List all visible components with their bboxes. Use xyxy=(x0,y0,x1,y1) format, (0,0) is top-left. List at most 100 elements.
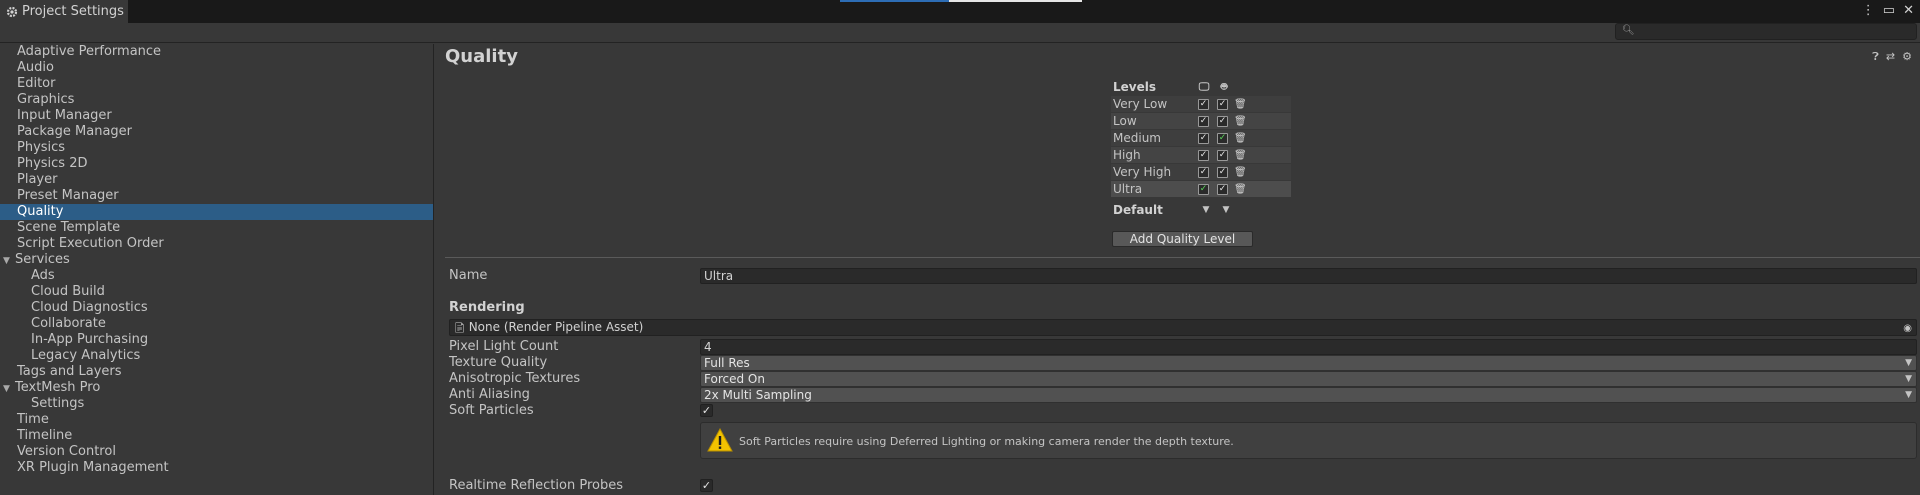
object-picker-icon[interactable]: ◉ xyxy=(1903,321,1912,336)
anti-aliasing-dropdown[interactable]: 2x Multi Sampling ▼ xyxy=(700,387,1917,403)
sidebar-item[interactable]: Preset Manager xyxy=(0,188,433,204)
android-level-checkbox[interactable]: ✓ xyxy=(1217,149,1228,161)
desktop-level-checkbox[interactable]: ✓ xyxy=(1198,98,1209,110)
sidebar-item[interactable]: Collaborate xyxy=(0,316,433,332)
close-icon[interactable]: ✕ xyxy=(1903,3,1914,19)
sidebar-item-label: Legacy Analytics xyxy=(31,348,141,363)
sidebar-item[interactable]: Ads xyxy=(0,268,433,284)
sidebar-item[interactable]: Script Execution Order xyxy=(0,236,433,252)
divider xyxy=(445,257,1920,258)
render-pipeline-asset-field[interactable]: 📄︎ None (Render Pipeline Asset) ◉ xyxy=(449,319,1917,336)
add-quality-level-button[interactable]: Add Quality Level xyxy=(1112,231,1253,247)
quality-level-row[interactable]: Ultra ✓ ✓ 🗑︎ xyxy=(1111,181,1291,198)
sidebar-item[interactable]: Timeline xyxy=(0,428,433,444)
desktop-level-checkbox[interactable]: ✓ xyxy=(1198,166,1209,178)
default-android-dropdown[interactable]: ▼ xyxy=(1216,205,1236,215)
chevron-down-icon: ▼ xyxy=(1905,358,1912,368)
quality-level-row[interactable]: Low ✓ ✓ 🗑︎ xyxy=(1111,113,1291,130)
sidebar-item[interactable]: Tags and Layers xyxy=(0,364,433,380)
quality-level-name: Very Low xyxy=(1113,97,1168,111)
quality-level-row[interactable]: Very High ✓ ✓ 🗑︎ xyxy=(1111,164,1291,181)
pixel-light-count-field[interactable]: 4 xyxy=(700,339,1917,355)
sidebar-item-label: Scene Template xyxy=(17,220,121,235)
sidebar-item[interactable]: Legacy Analytics xyxy=(0,348,433,364)
android-level-checkbox[interactable]: ✓ xyxy=(1217,183,1228,195)
anisotropic-textures-value: Forced On xyxy=(704,372,765,386)
render-pipeline-asset-value: None (Render Pipeline Asset) xyxy=(468,320,644,334)
quality-level-row[interactable]: Very Low ✓ ✓ 🗑︎ xyxy=(1111,96,1291,113)
warning-icon xyxy=(707,428,733,452)
realtime-reflection-probes-checkbox[interactable]: ✓ xyxy=(700,479,713,492)
trash-icon[interactable]: 🗑︎ xyxy=(1234,116,1247,127)
sidebar-item-label: Audio xyxy=(17,60,54,75)
android-level-checkbox[interactable]: ✓ xyxy=(1217,98,1228,110)
android-level-checkbox[interactable]: ✓ xyxy=(1217,132,1228,144)
desktop-level-checkbox[interactable]: ✓ xyxy=(1198,132,1209,144)
anti-aliasing-label: Anti Aliasing xyxy=(449,387,530,402)
quality-level-name: Very High xyxy=(1113,165,1172,179)
expand-arrow-icon[interactable]: ▼ xyxy=(3,253,15,269)
sidebar-item[interactable]: Time xyxy=(0,412,433,428)
trash-icon[interactable]: 🗑︎ xyxy=(1234,133,1247,144)
sidebar-item[interactable]: Cloud Diagnostics xyxy=(0,300,433,316)
sidebar-item-label: Tags and Layers xyxy=(17,364,122,379)
sidebar-item[interactable]: Physics 2D xyxy=(0,156,433,172)
sidebar-item-label: Editor xyxy=(17,76,56,91)
android-level-checkbox[interactable]: ✓ xyxy=(1217,115,1228,127)
page-title: Quality xyxy=(445,46,518,67)
name-field[interactable]: Ultra xyxy=(700,268,1917,284)
desktop-level-checkbox[interactable]: ✓ xyxy=(1198,115,1209,127)
name-label: Name xyxy=(449,268,488,283)
sidebar-item[interactable]: Player xyxy=(0,172,433,188)
sidebar-item[interactable]: Cloud Build xyxy=(0,284,433,300)
anisotropic-textures-dropdown[interactable]: Forced On ▼ xyxy=(700,371,1917,387)
sidebar-item[interactable]: Physics xyxy=(0,140,433,156)
sidebar-item[interactable]: ▼ TextMesh Pro xyxy=(0,380,433,396)
sidebar-item[interactable]: Adaptive Performance xyxy=(0,44,433,60)
anisotropic-textures-label: Anisotropic Textures xyxy=(449,371,581,386)
expand-arrow-icon[interactable]: ▼ xyxy=(3,381,15,397)
sidebar-item-label: Services xyxy=(15,252,70,267)
help-icon[interactable]: ❓︎ xyxy=(1872,50,1879,64)
quality-level-row[interactable]: High ✓ ✓ 🗑︎ xyxy=(1111,147,1291,164)
sidebar-item[interactable]: ▼ Services xyxy=(0,252,433,268)
default-label: Default xyxy=(1113,203,1163,217)
sidebar-item[interactable]: Input Manager xyxy=(0,108,433,124)
more-menu-icon[interactable]: ⋮ xyxy=(1862,3,1875,19)
trash-icon[interactable]: 🗑︎ xyxy=(1234,99,1247,110)
soft-particles-checkbox[interactable]: ✓ xyxy=(700,404,713,417)
sidebar-item[interactable]: Audio xyxy=(0,60,433,76)
preset-icon[interactable]: ⇄ xyxy=(1886,50,1895,64)
title-bar: Project Settings ⋮ ▭ ✕ xyxy=(0,0,1920,23)
sidebar-item[interactable]: Package Manager xyxy=(0,124,433,140)
sidebar-item[interactable]: Quality xyxy=(0,204,433,220)
android-level-checkbox[interactable]: ✓ xyxy=(1217,166,1228,178)
sidebar-item[interactable]: XR Plugin Management xyxy=(0,460,433,476)
sidebar-item[interactable]: In-App Purchasing xyxy=(0,332,433,348)
settings-gear-icon[interactable]: ⚙︎ xyxy=(1902,50,1912,64)
tab-title: Project Settings xyxy=(22,4,124,19)
sidebar-item[interactable]: Editor xyxy=(0,76,433,92)
search-input[interactable]: 🔍︎ xyxy=(1615,23,1917,40)
tab-project-settings[interactable]: Project Settings xyxy=(0,0,128,23)
trash-icon[interactable]: 🗑︎ xyxy=(1234,184,1247,195)
chevron-down-icon: ▼ xyxy=(1905,390,1912,400)
quality-level-name: Low xyxy=(1113,114,1137,128)
quality-panel: Quality ❓︎ ⇄ ⚙︎ Levels 🖵︎ 🤖︎ Very Low ✓ ✓ 🗑… xyxy=(435,44,1920,495)
sidebar-item[interactable]: Graphics xyxy=(0,92,433,108)
sidebar-item[interactable]: Scene Template xyxy=(0,220,433,236)
quality-level-name: High xyxy=(1113,148,1141,162)
trash-icon[interactable]: 🗑︎ xyxy=(1234,167,1247,178)
trash-icon[interactable]: 🗑︎ xyxy=(1234,150,1247,161)
desktop-level-checkbox[interactable]: ✓ xyxy=(1198,149,1209,161)
sidebar-item[interactable]: Version Control xyxy=(0,444,433,460)
quality-level-row[interactable]: Medium ✓ ✓ 🗑︎ xyxy=(1111,130,1291,147)
sidebar-item[interactable]: Settings xyxy=(0,396,433,412)
pixel-light-count-label: Pixel Light Count xyxy=(449,339,559,354)
default-desktop-dropdown[interactable]: ▼ xyxy=(1196,205,1216,215)
quality-level-name: Medium xyxy=(1113,131,1161,145)
texture-quality-dropdown[interactable]: Full Res ▼ xyxy=(700,355,1917,371)
maximize-icon[interactable]: ▭ xyxy=(1883,3,1895,19)
sidebar-item-label: Player xyxy=(17,172,58,187)
desktop-level-checkbox[interactable]: ✓ xyxy=(1198,183,1209,195)
